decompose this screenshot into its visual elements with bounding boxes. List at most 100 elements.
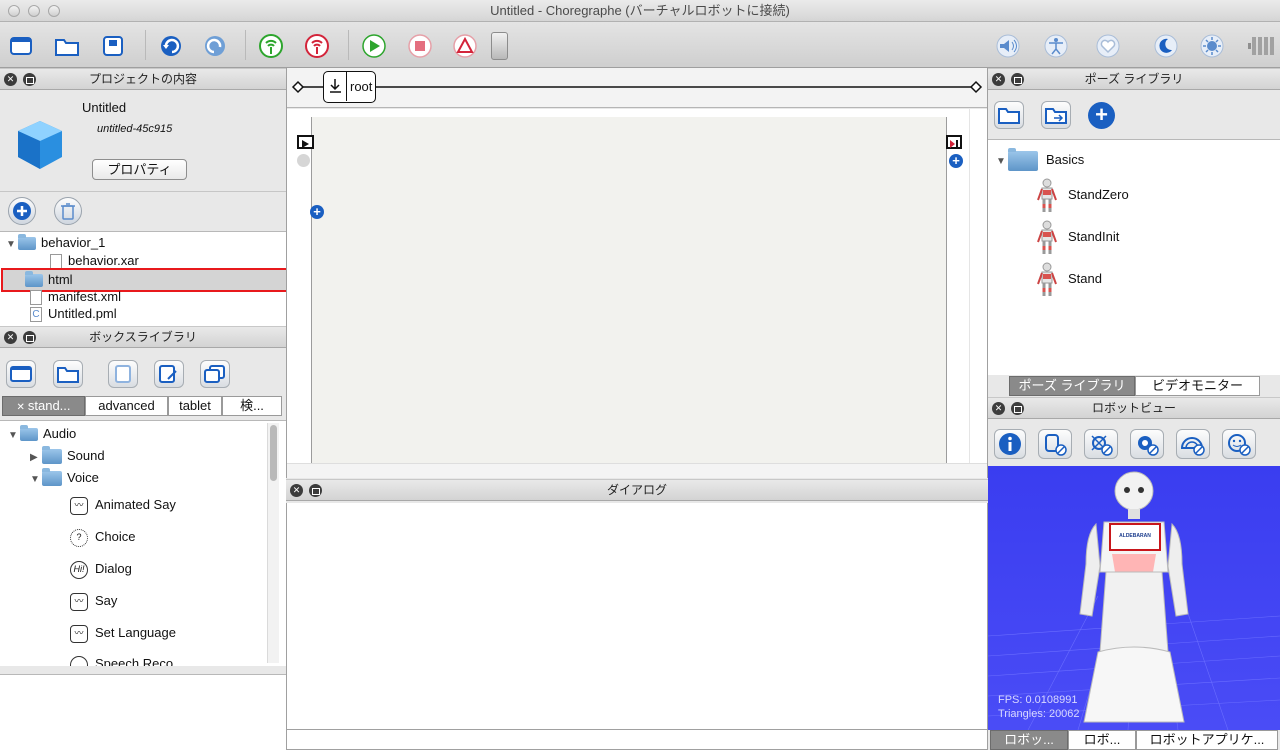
- flow-canvas[interactable]: [311, 117, 947, 463]
- box-set-language[interactable]: 〰 Set Language: [70, 621, 176, 645]
- face-button[interactable]: [1222, 429, 1256, 459]
- box-library-scrollbar[interactable]: [267, 423, 279, 663]
- breadcrumb-root[interactable]: root: [323, 71, 376, 103]
- close-panel-icon[interactable]: ✕: [290, 484, 303, 497]
- box-choice[interactable]: ? Choice: [70, 525, 135, 549]
- save-project-icon[interactable]: [100, 33, 126, 59]
- sonar-button[interactable]: [1176, 429, 1210, 459]
- info-button[interactable]: [994, 429, 1026, 459]
- tab-advanced[interactable]: advanced: [85, 396, 168, 416]
- add-pose-button[interactable]: +: [1088, 102, 1115, 129]
- add-output-icon[interactable]: +: [949, 154, 963, 168]
- close-panel-icon[interactable]: ✕: [992, 73, 1005, 86]
- delete-file-button[interactable]: [54, 197, 82, 225]
- tab-standard[interactable]: ✕ stand...: [2, 396, 85, 416]
- add-parameter-icon[interactable]: +: [310, 205, 324, 219]
- disconnect-icon[interactable]: [304, 33, 330, 59]
- stop-icon[interactable]: [407, 33, 433, 59]
- tab-robot-2[interactable]: ロボ...: [1068, 730, 1136, 750]
- tab-robot-view[interactable]: ロボッ...: [990, 730, 1068, 750]
- main-toolbar: [0, 22, 1280, 68]
- file-icon: [30, 290, 42, 306]
- horizontal-scrollbar[interactable]: [287, 463, 987, 478]
- pose-item[interactable]: StandInit: [1036, 219, 1119, 255]
- box-library-tabs: ✕ stand... advanced tablet 検...: [0, 395, 286, 417]
- onstopped-output-icon[interactable]: [946, 135, 962, 149]
- add-file-button[interactable]: [8, 197, 36, 225]
- box-say[interactable]: 〰 Say: [70, 589, 117, 613]
- detach-panel-icon[interactable]: [1011, 402, 1024, 415]
- close-window-button[interactable]: [8, 5, 20, 17]
- tree-item-basics[interactable]: ▼ Basics: [996, 147, 1084, 172]
- tab-tablet[interactable]: tablet: [168, 396, 222, 416]
- box-animated-say[interactable]: 〰 Animated Say: [70, 493, 176, 517]
- box-speech-reco[interactable]: Speech Reco.: [70, 652, 177, 666]
- connect-icon[interactable]: [258, 33, 284, 59]
- motor-button[interactable]: [1038, 429, 1072, 459]
- project-info: Untitled untitled-45c915 プロパティ: [0, 91, 286, 191]
- tree-item-behavior-folder[interactable]: ▼ behavior_1: [6, 234, 105, 252]
- play-icon[interactable]: [361, 33, 387, 59]
- tab-video-monitor[interactable]: ビデオモニター: [1135, 376, 1260, 396]
- close-panel-icon[interactable]: ✕: [4, 331, 17, 344]
- vertical-scrollbar[interactable]: [969, 109, 987, 463]
- properties-button[interactable]: プロパティ: [92, 159, 187, 180]
- close-tab-icon[interactable]: ✕: [16, 402, 24, 413]
- wake-up-icon[interactable]: [1198, 33, 1224, 59]
- edit-box-button[interactable]: [154, 360, 184, 388]
- duplicate-box-button[interactable]: [200, 360, 230, 388]
- box-dialog[interactable]: Hi! Dialog: [70, 557, 132, 581]
- detach-panel-icon[interactable]: [23, 73, 36, 86]
- tree-item-sound[interactable]: ▶ Sound: [30, 446, 105, 465]
- detach-panel-icon[interactable]: [309, 484, 322, 497]
- tree-item-voice[interactable]: ▼ Voice: [30, 468, 99, 487]
- tab-search[interactable]: 検...: [222, 396, 282, 416]
- pose-item[interactable]: StandZero: [1036, 177, 1129, 213]
- undo-icon[interactable]: [158, 33, 184, 59]
- flow-canvas-frame: + +: [287, 109, 987, 463]
- animation-mode-icon[interactable]: [1042, 33, 1068, 59]
- redo-icon[interactable]: [202, 33, 228, 59]
- warning-icon[interactable]: [452, 33, 478, 59]
- folder-icon: [42, 446, 62, 465]
- tree-item-audio[interactable]: ▼ Audio: [8, 425, 76, 443]
- battery-slider[interactable]: [491, 32, 508, 60]
- open-pose-library-button[interactable]: [994, 101, 1024, 129]
- panel-title: ダイアログ: [606, 483, 667, 497]
- tab-robot-applications[interactable]: ロボットアプリケ...: [1136, 730, 1278, 750]
- box-library-header: ✕ ボックスライブラリ: [0, 326, 286, 348]
- save-pose-library-button[interactable]: [1041, 101, 1071, 129]
- splitter[interactable]: [0, 666, 286, 674]
- detach-panel-icon[interactable]: [1011, 73, 1024, 86]
- new-project-button[interactable]: [8, 33, 34, 59]
- scrollbar-thumb[interactable]: [270, 425, 277, 481]
- ear-icon: [70, 655, 88, 666]
- file-icon: [50, 254, 62, 270]
- folder-icon: [20, 425, 38, 442]
- detach-panel-icon[interactable]: [23, 331, 36, 344]
- onstart-input-icon[interactable]: [297, 135, 314, 149]
- add-input-icon[interactable]: [297, 154, 310, 167]
- tree-item-pml[interactable]: C Untitled.pml: [30, 305, 117, 323]
- settings-button[interactable]: [1130, 429, 1164, 459]
- tab-pose-library[interactable]: ポーズ ライブラリ: [1009, 376, 1135, 396]
- new-box-button[interactable]: [6, 360, 36, 388]
- pose-item[interactable]: Stand: [1036, 261, 1102, 297]
- dialog-input-field[interactable]: [286, 729, 988, 750]
- close-panel-icon[interactable]: ✕: [4, 73, 17, 86]
- rest-icon[interactable]: [1152, 33, 1178, 59]
- save-library-button[interactable]: [108, 360, 138, 388]
- minimize-window-button[interactable]: [28, 5, 40, 17]
- tree-item-manifest[interactable]: manifest.xml: [30, 288, 121, 306]
- heart-icon[interactable]: [1094, 33, 1120, 59]
- joint-button[interactable]: [1084, 429, 1118, 459]
- open-library-button[interactable]: [53, 360, 83, 388]
- robot-3d-view[interactable]: ALDEBARAN FPS: 0.0108991 Triangles: 2006…: [988, 466, 1280, 730]
- zoom-window-button[interactable]: [48, 5, 60, 17]
- breadcrumb-bar: root: [287, 68, 987, 108]
- box-library-tree: ▼ Audio ▶ Sound ▼ Voice 〰 Animated Say ? Choi…: [0, 420, 286, 666]
- open-project-icon[interactable]: [54, 33, 80, 59]
- pose-tabs: ポーズ ライブラリ ビデオモニター: [988, 375, 1280, 397]
- volume-icon[interactable]: [994, 33, 1020, 59]
- close-panel-icon[interactable]: ✕: [992, 402, 1005, 415]
